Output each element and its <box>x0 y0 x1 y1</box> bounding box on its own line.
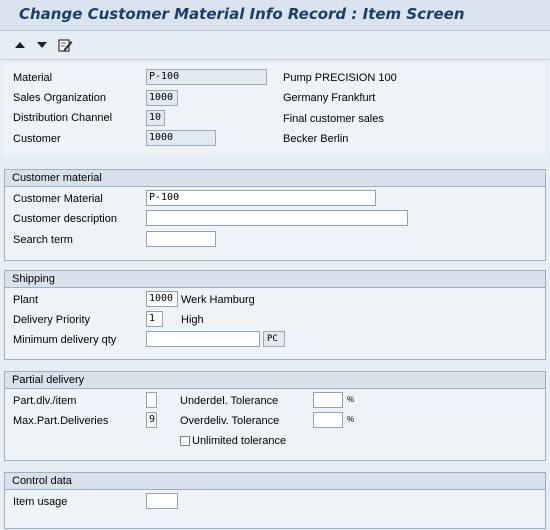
customer-description: Becker Berlin <box>283 133 349 145</box>
window-title: Change Customer Material Info Record : I… <box>19 5 465 23</box>
customer-description-label: Customer description <box>13 213 117 225</box>
sales-org-label: Sales Organization <box>13 92 106 104</box>
application-toolbar <box>0 31 550 60</box>
item-usage-label: Item usage <box>13 496 68 508</box>
min-delivery-qty-label: Minimum delivery qty <box>13 334 117 346</box>
delivery-priority-description: High <box>181 314 204 326</box>
search-term-label: Search term <box>13 234 73 246</box>
delivery-priority-label: Delivery Priority <box>13 314 91 326</box>
customer-material-input[interactable]: P-100 <box>146 190 376 206</box>
section-title: Customer material <box>5 170 545 187</box>
plant-description: Werk Hamburg <box>181 294 255 306</box>
title-bar: Change Customer Material Info Record : I… <box>0 0 550 31</box>
underdel-percent-unit: % <box>347 395 355 404</box>
section-title: Partial delivery <box>5 372 545 389</box>
customer-material-label: Customer Material <box>13 193 103 205</box>
part-dlv-item-input[interactable] <box>146 392 157 408</box>
unlimited-tolerance-label: Unlimited tolerance <box>192 435 287 447</box>
delivery-priority-input[interactable]: 1 <box>146 311 163 327</box>
arrow-up-icon[interactable] <box>12 37 28 53</box>
dist-channel-description: Final customer sales <box>283 113 384 125</box>
underdel-tolerance-input[interactable] <box>313 392 343 408</box>
header-panel <box>4 62 545 156</box>
min-delivery-qty-unit: PC <box>263 331 285 347</box>
customer-label: Customer <box>13 133 61 145</box>
material-description: Pump PRECISION 100 <box>283 72 397 84</box>
part-dlv-item-label: Part.dlv./item <box>13 395 77 407</box>
search-term-input[interactable] <box>146 231 216 247</box>
material-label: Material <box>13 72 53 84</box>
section-title: Shipping <box>5 271 545 288</box>
sales-org-description: Germany Frankfurt <box>283 92 376 104</box>
underdel-tolerance-label: Underdel. Tolerance <box>180 395 279 407</box>
dist-channel-label: Distribution Channel <box>13 112 113 124</box>
edit-icon[interactable] <box>57 37 73 53</box>
section-title: Control data <box>5 473 545 490</box>
material-field[interactable]: P-100 <box>146 69 267 85</box>
customer-field[interactable]: 1000 <box>146 130 216 146</box>
dist-channel-field[interactable]: 10 <box>146 110 165 126</box>
item-usage-input[interactable] <box>146 493 178 509</box>
overdel-percent-unit: % <box>347 415 355 424</box>
customer-description-input[interactable] <box>146 210 408 226</box>
overdel-tolerance-input[interactable] <box>313 412 343 428</box>
sales-org-field[interactable]: 1000 <box>146 90 178 106</box>
max-part-deliveries-label: Max.Part.Deliveries <box>13 415 109 427</box>
overdel-tolerance-label: Overdeliv. Tolerance <box>180 415 280 427</box>
arrow-down-icon[interactable] <box>34 37 50 53</box>
plant-label: Plant <box>13 294 39 306</box>
max-part-deliveries-input[interactable]: 9 <box>146 412 157 428</box>
plant-input[interactable]: 1000 <box>146 291 178 307</box>
min-delivery-qty-input[interactable] <box>146 331 260 347</box>
control-data-section: Control data <box>4 472 546 529</box>
unlimited-tolerance-checkbox[interactable] <box>180 436 190 446</box>
